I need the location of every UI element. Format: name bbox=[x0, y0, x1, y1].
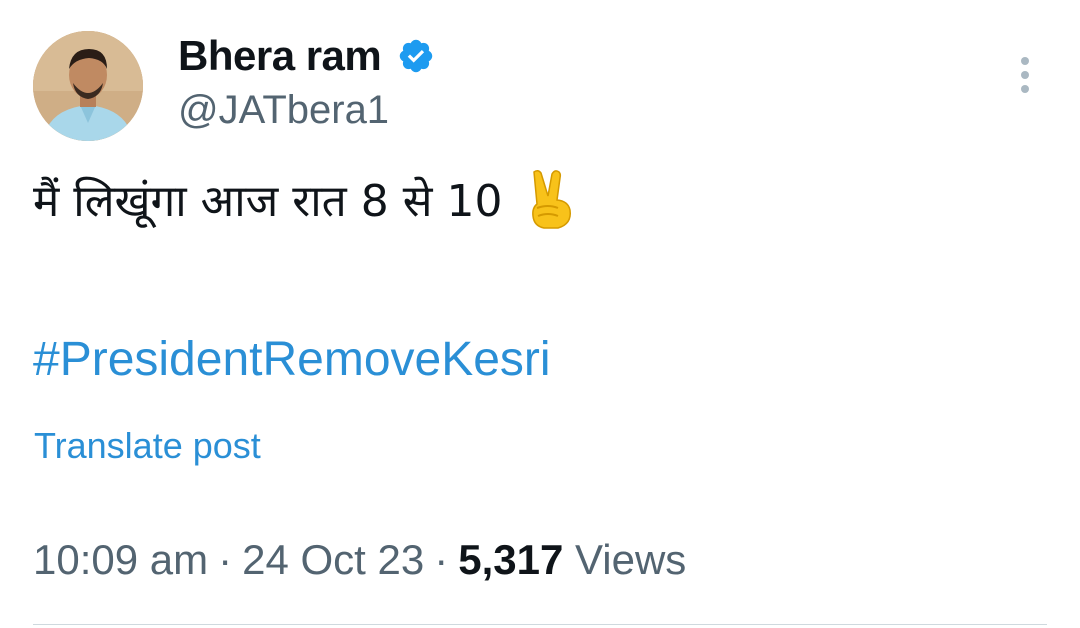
meta-separator: · bbox=[218, 536, 233, 583]
tweet-date[interactable]: 24 Oct 23 bbox=[242, 536, 424, 583]
hashtag-link[interactable]: #PresidentRemoveKesri bbox=[33, 332, 551, 387]
author-handle[interactable]: @JATbera1 bbox=[178, 88, 389, 133]
author-name[interactable]: Bhera ram bbox=[178, 32, 382, 80]
views-count: 5,317 bbox=[458, 536, 564, 583]
tweet-text: मैं लिखूंगा आज रात 8 से 10 bbox=[33, 176, 503, 227]
verified-badge-icon bbox=[397, 37, 435, 75]
divider bbox=[33, 624, 1047, 625]
victory-hand-emoji-icon bbox=[524, 168, 576, 230]
tweet-body: मैं लिखूंगा आज रात 8 से 10 bbox=[33, 168, 576, 230]
meta-separator: · bbox=[434, 536, 449, 583]
translate-post-link[interactable]: Translate post bbox=[34, 425, 261, 467]
author-avatar[interactable] bbox=[33, 31, 143, 141]
tweet-meta: 10:09 am · 24 Oct 23 · 5,317 Views bbox=[33, 536, 686, 584]
more-options-icon[interactable] bbox=[1008, 55, 1042, 95]
tweet-time[interactable]: 10:09 am bbox=[33, 536, 208, 583]
views-label: Views bbox=[575, 536, 687, 583]
author-name-row: Bhera ram bbox=[178, 30, 435, 82]
